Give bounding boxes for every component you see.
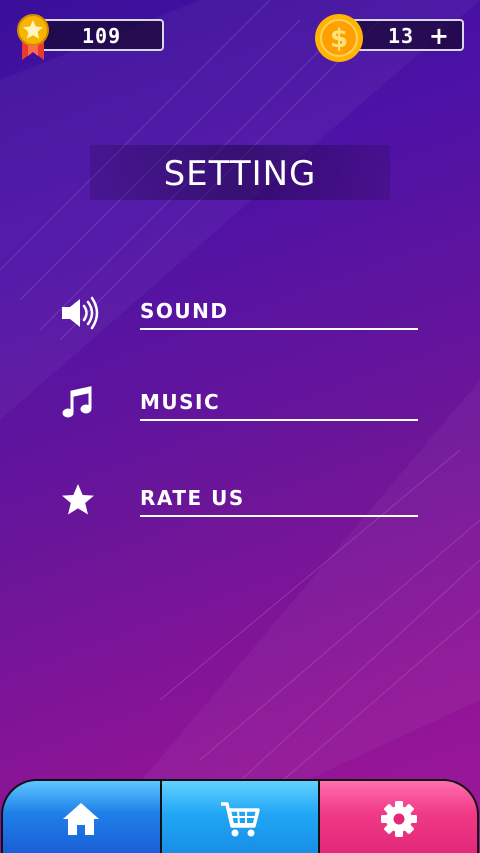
rate-us-label: RATE US — [140, 486, 245, 510]
title-banner: SETTING — [90, 145, 390, 200]
music-note-icon — [62, 386, 92, 418]
speaker-icon — [62, 296, 99, 330]
rate-us-underline — [140, 515, 418, 517]
cart-icon — [221, 802, 260, 837]
menu-item-rate-us[interactable]: RATE US — [0, 472, 480, 532]
medal-icon — [17, 14, 49, 60]
gear-icon — [380, 801, 417, 837]
svg-text:$: $ — [330, 24, 348, 54]
nav-shop-button[interactable] — [159, 781, 319, 853]
menu-item-music[interactable]: MUSIC — [0, 376, 480, 436]
sound-label: SOUND — [140, 299, 229, 323]
level-value: 109 — [82, 24, 122, 48]
add-coins-button[interactable]: + — [429, 22, 450, 50]
music-underline — [140, 419, 418, 421]
level-counter: 109 — [32, 19, 164, 51]
page-title: SETTING — [163, 154, 317, 194]
nav-settings-button[interactable] — [318, 781, 477, 853]
coin-icon: $ — [315, 14, 363, 62]
music-label: MUSIC — [140, 390, 221, 414]
bottom-navigation — [0, 777, 480, 853]
coin-value: 13 — [388, 24, 415, 48]
home-icon — [63, 803, 100, 835]
nav-home-button[interactable] — [3, 781, 160, 853]
star-icon — [62, 484, 94, 515]
menu-item-sound[interactable]: SOUND — [0, 285, 480, 345]
sound-underline — [140, 328, 418, 330]
